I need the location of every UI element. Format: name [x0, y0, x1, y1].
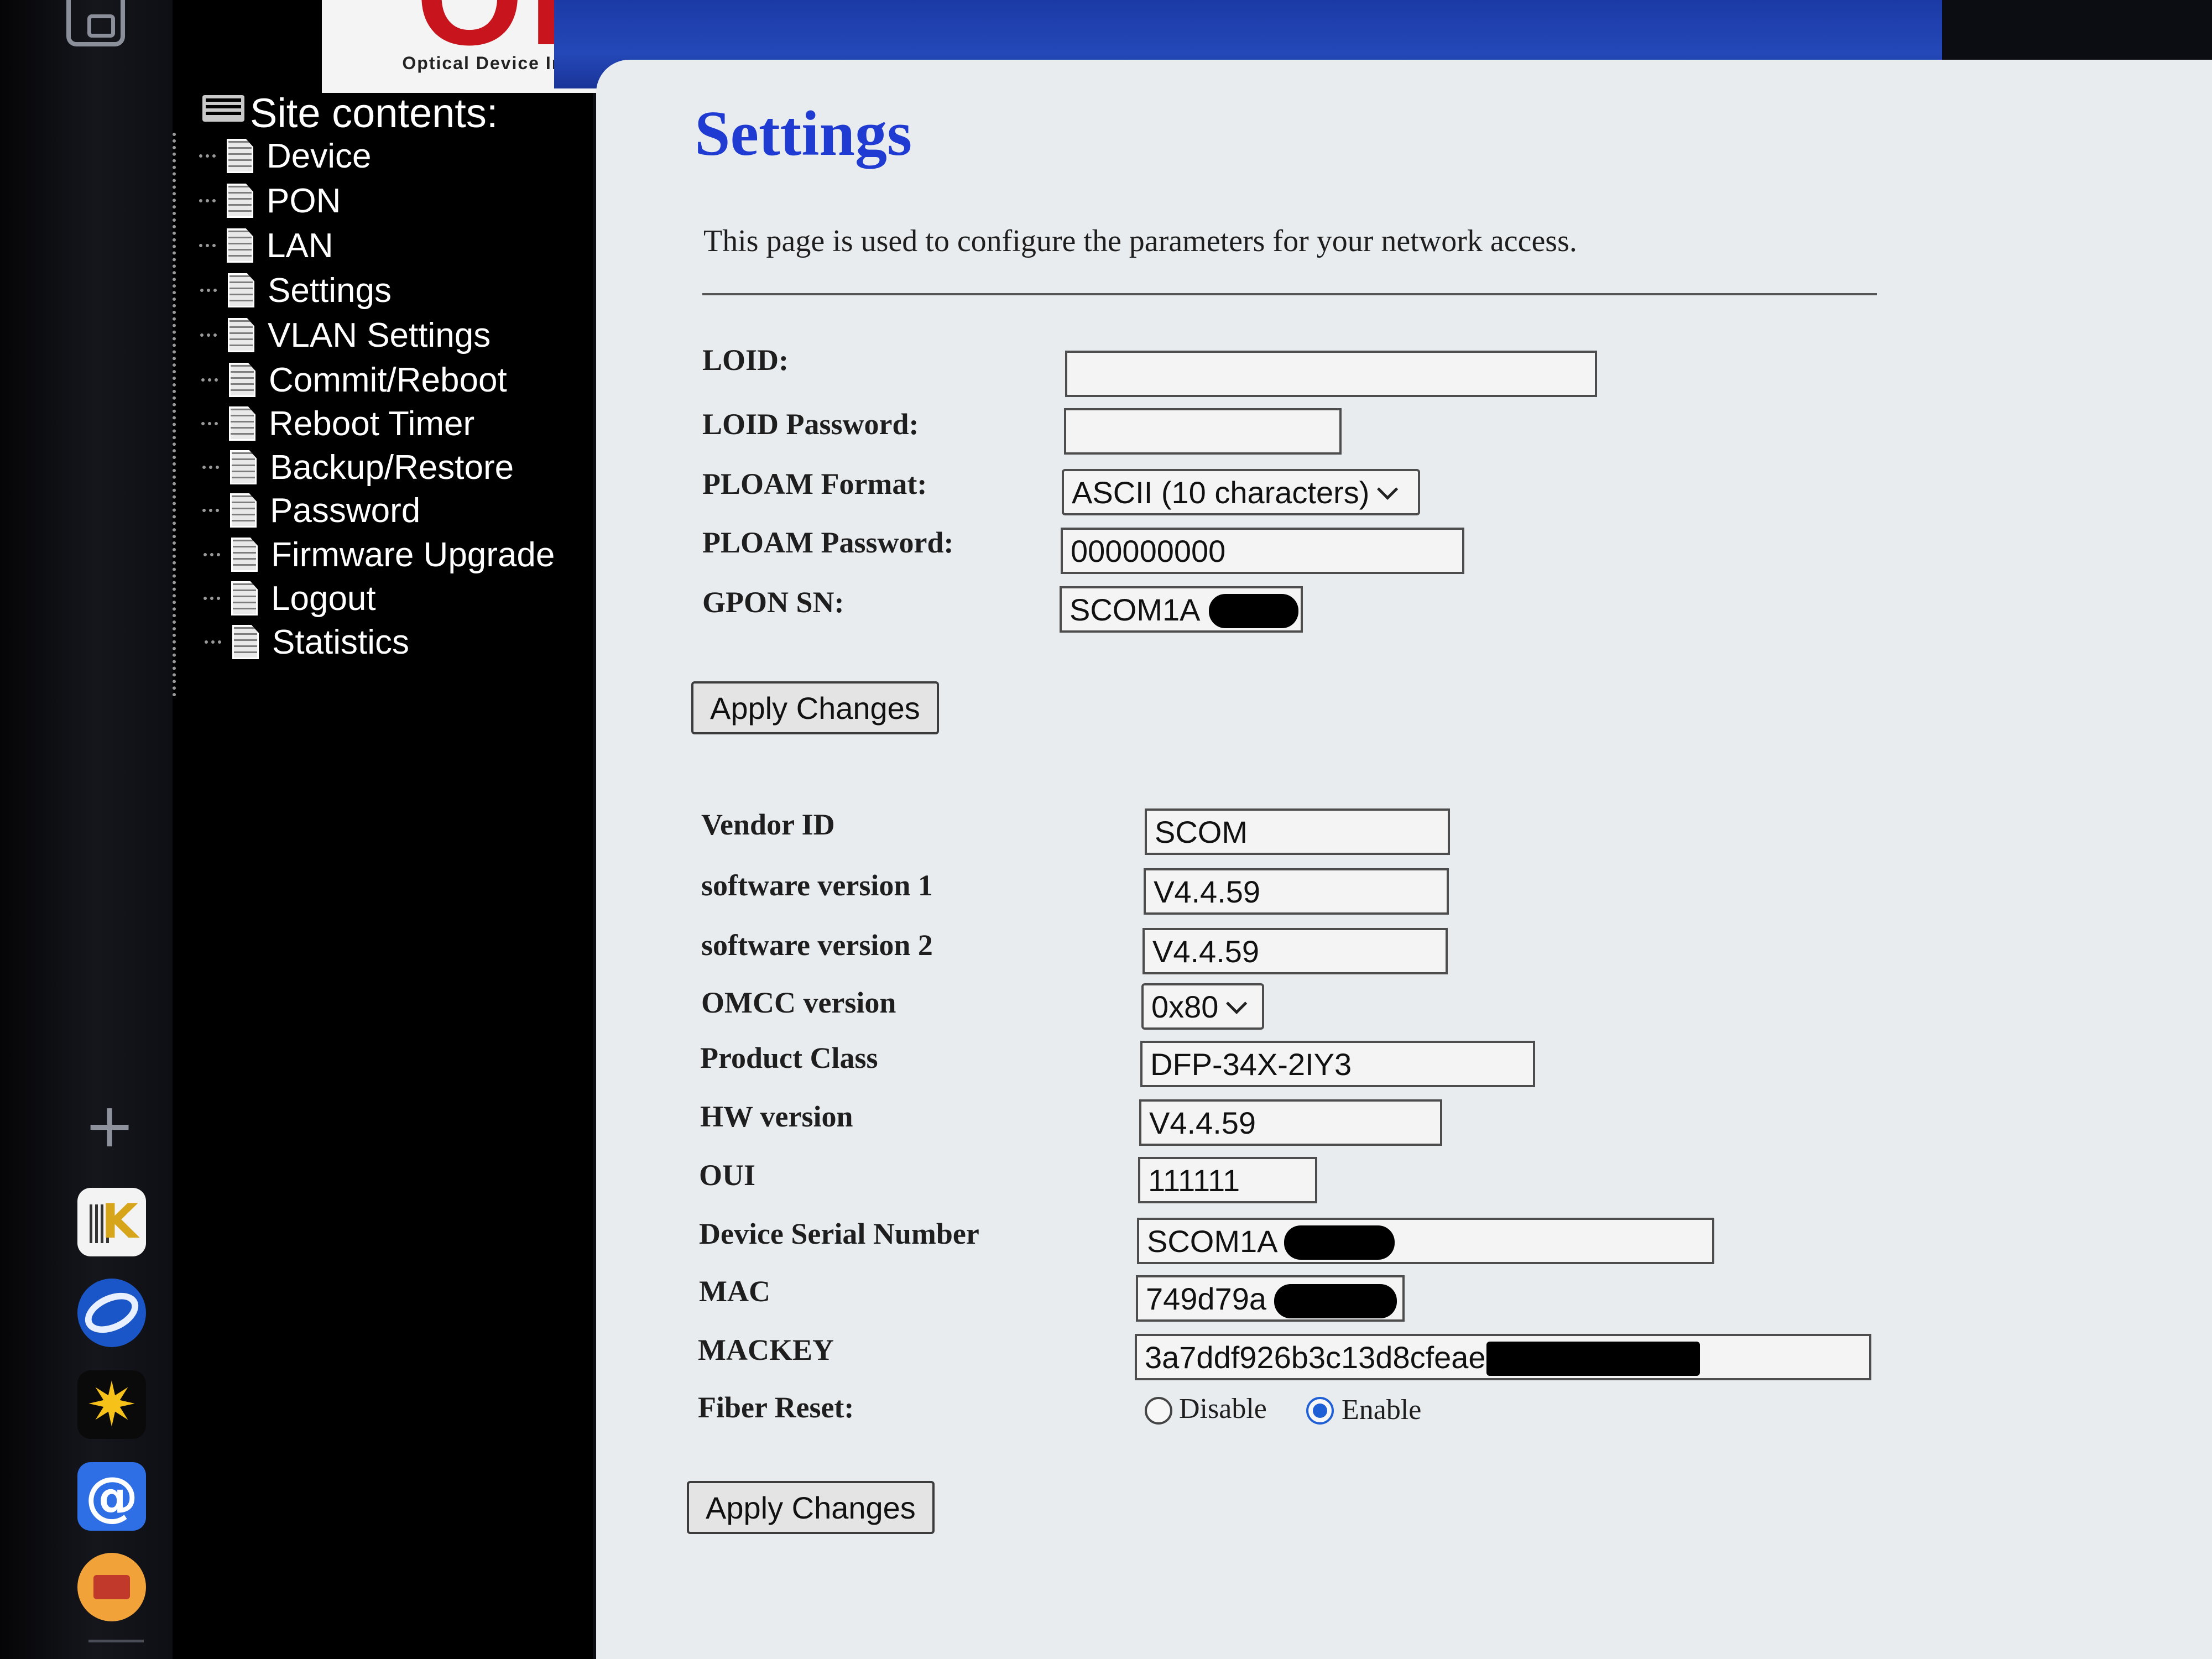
- loid-password-input[interactable]: [1064, 408, 1342, 455]
- tree-title: Site contents:: [202, 88, 498, 138]
- fiber-reset-disable-radio[interactable]: [1145, 1397, 1172, 1425]
- nav-item-backup-restore[interactable]: Backup/Restore: [202, 445, 514, 489]
- nav-item-statistics[interactable]: Statistics: [205, 620, 409, 664]
- vendor-id-input[interactable]: [1145, 808, 1450, 855]
- ploam-password-input[interactable]: [1061, 528, 1464, 574]
- dock-divider: [88, 1640, 144, 1642]
- page-icon: [230, 493, 257, 528]
- software-version-2-input[interactable]: [1142, 928, 1448, 974]
- redaction-mark: [1209, 594, 1298, 628]
- fiber-reset-disable-label: Disable: [1179, 1393, 1267, 1425]
- nav-item-label: Commit/Reboot: [269, 361, 507, 399]
- nav-item-settings[interactable]: Settings: [200, 268, 392, 312]
- nav-item-firmware-upgrade[interactable]: Firmware Upgrade: [204, 533, 555, 577]
- screenshot-camera-icon[interactable]: [66, 0, 125, 46]
- nav-item-logout[interactable]: Logout: [204, 576, 376, 620]
- nav-item-label: VLAN Settings: [268, 316, 491, 354]
- tree-title-text: Site contents:: [250, 90, 498, 136]
- settings-content: Settings This page is used to configure …: [596, 60, 2212, 1659]
- loid-label: LOID:: [702, 343, 789, 377]
- nav-item-label: Statistics: [272, 623, 410, 661]
- vendor-id-label: Vendor ID: [701, 808, 835, 841]
- mac-label: MAC: [699, 1275, 770, 1308]
- chevron-down-icon: [1226, 993, 1248, 1014]
- nav-item-commit-reboot[interactable]: Commit/Reboot: [201, 358, 507, 402]
- software-version-2-label: software version 2: [701, 928, 933, 962]
- page-icon: [227, 228, 253, 263]
- omcc-version-label: OMCC version: [701, 986, 896, 1019]
- nav-item-label: Logout: [271, 579, 376, 618]
- nav-item-label: Settings: [268, 271, 392, 310]
- page-icon: [231, 581, 258, 615]
- loid-input[interactable]: [1065, 351, 1597, 397]
- hw-version-label: HW version: [700, 1100, 853, 1133]
- redaction-mark: [1284, 1225, 1395, 1260]
- section-divider: [702, 293, 1877, 295]
- software-version-1-input[interactable]: [1144, 868, 1449, 915]
- fiber-reset-enable-label: Enable: [1342, 1394, 1422, 1426]
- software-version-1-label: software version 1: [701, 869, 933, 902]
- page-icon: [227, 184, 253, 218]
- page-description: This page is used to configure the param…: [703, 224, 1577, 258]
- hw-version-input[interactable]: [1139, 1099, 1442, 1146]
- nav-item-label: PON: [267, 181, 341, 220]
- add-app-icon[interactable]: +: [84, 1095, 135, 1156]
- chevron-down-icon: [1377, 478, 1399, 500]
- nav-item-device[interactable]: Device: [199, 134, 372, 178]
- nav-item-label: LAN: [267, 226, 333, 265]
- mackey-label: MACKEY: [698, 1333, 834, 1366]
- apply-changes-button-pon[interactable]: Apply Changes: [691, 681, 939, 734]
- nav-item-label: Firmware Upgrade: [271, 535, 555, 574]
- ploam-format-select[interactable]: ASCII (10 characters): [1062, 469, 1420, 515]
- page-icon: [229, 363, 255, 397]
- product-class-input[interactable]: [1140, 1041, 1535, 1087]
- nav-item-reboot-timer[interactable]: Reboot Timer: [201, 401, 474, 446]
- mail-app-icon[interactable]: [77, 1553, 146, 1621]
- nav-item-password[interactable]: Password: [202, 488, 420, 533]
- nav-item-lan[interactable]: LAN: [199, 223, 333, 268]
- omcc-version-select[interactable]: 0x80: [1141, 983, 1264, 1030]
- app-dock: + K ✷ @: [0, 0, 173, 1659]
- page-icon: [228, 318, 254, 352]
- nav-item-label: Reboot Timer: [269, 404, 475, 443]
- fiber-reset-label: Fiber Reset:: [698, 1391, 854, 1424]
- tree-connector: [173, 133, 179, 697]
- redaction-mark: [1486, 1342, 1700, 1376]
- omcc-version-value: 0x80: [1151, 989, 1219, 1024]
- device-serial-number-label: Device Serial Number: [699, 1217, 979, 1250]
- page-title: Settings: [695, 98, 912, 169]
- nav-frame: ODI Optical Device Innovation Site conte…: [173, 0, 727, 1659]
- device-serial-number-input[interactable]: [1137, 1218, 1714, 1264]
- page-icon: [227, 139, 253, 173]
- gpon-sn-label: GPON SN:: [702, 586, 844, 619]
- k-app-icon[interactable]: K: [77, 1188, 146, 1256]
- folder-icon: [202, 95, 244, 122]
- oui-input[interactable]: [1138, 1157, 1317, 1203]
- nav-item-label: Device: [267, 137, 372, 175]
- star-app-icon[interactable]: ✷: [77, 1370, 146, 1439]
- ploam-password-label: PLOAM Password:: [702, 526, 954, 559]
- loid-password-label: LOID Password:: [702, 408, 919, 441]
- nav-item-vlan-settings[interactable]: VLAN Settings: [200, 313, 491, 357]
- page-icon: [232, 625, 259, 659]
- product-class-label: Product Class: [700, 1041, 878, 1074]
- page-icon: [230, 450, 257, 484]
- at-mail-app-icon[interactable]: @: [77, 1462, 146, 1531]
- page-icon: [231, 538, 258, 572]
- browser-app-icon[interactable]: [77, 1279, 146, 1347]
- redaction-mark: [1274, 1284, 1397, 1318]
- nav-item-label: Backup/Restore: [270, 448, 514, 487]
- oui-label: OUI: [699, 1159, 756, 1192]
- ploam-format-value: ASCII (10 characters): [1072, 474, 1370, 510]
- page-icon: [228, 273, 254, 307]
- apply-changes-button-omci[interactable]: Apply Changes: [687, 1481, 935, 1534]
- nav-item-label: Password: [270, 491, 421, 530]
- fiber-reset-enable-radio[interactable]: [1306, 1397, 1334, 1425]
- ploam-format-label: PLOAM Format:: [702, 467, 927, 500]
- page-icon: [229, 406, 255, 441]
- nav-item-pon[interactable]: PON: [199, 179, 341, 223]
